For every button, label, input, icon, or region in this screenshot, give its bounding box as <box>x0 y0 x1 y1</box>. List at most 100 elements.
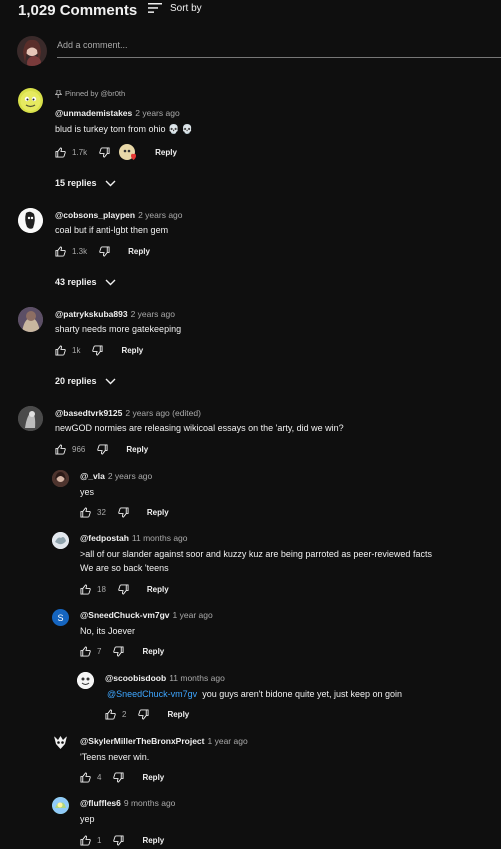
reply-time[interactable]: 9 months ago <box>124 798 176 808</box>
reply-actions: 7 Reply <box>80 645 164 657</box>
dislike-icon[interactable] <box>113 771 124 783</box>
comment-author[interactable]: @patrykskuba893 <box>55 309 128 319</box>
like-count: 7 <box>97 646 102 656</box>
reply-avatar[interactable] <box>52 532 69 549</box>
replies-count: 15 replies <box>55 178 97 188</box>
view-replies-button[interactable]: 43 replies <box>55 277 116 287</box>
dislike-icon[interactable] <box>113 834 124 846</box>
reply-time[interactable]: 11 months ago <box>132 533 188 543</box>
comment-time[interactable]: 2 years ago <box>131 309 175 319</box>
reply-button[interactable]: Reply <box>147 508 169 517</box>
comment-author[interactable]: @cobsons_playpen <box>55 210 135 220</box>
reply-button[interactable]: Reply <box>121 346 143 355</box>
reply-avatar[interactable] <box>52 470 69 487</box>
comment-actions: 1k Reply <box>55 344 143 356</box>
reply-button[interactable]: Reply <box>147 585 169 594</box>
comment-meta: @cobsons_playpen 2 years ago <box>55 210 183 220</box>
reply-button[interactable]: Reply <box>128 247 150 256</box>
like-icon[interactable] <box>55 344 66 356</box>
reply-author[interactable]: @fedpostah <box>80 533 129 543</box>
comment-time[interactable]: 2 years ago <box>135 108 179 118</box>
comment-time[interactable]: 2 years ago <box>138 210 182 220</box>
comment-avatar[interactable] <box>18 88 43 113</box>
like-icon[interactable] <box>80 583 91 595</box>
dislike-icon[interactable] <box>97 443 108 455</box>
sort-icon <box>148 2 162 14</box>
dislike-icon[interactable] <box>99 245 110 257</box>
reply-button[interactable]: Reply <box>142 836 164 845</box>
like-count: 32 <box>97 507 106 517</box>
avatar-initial: S <box>57 612 64 623</box>
dislike-icon[interactable] <box>118 583 129 595</box>
reply-time[interactable]: 2 years ago <box>108 471 152 481</box>
comment-author[interactable]: @basedtvrk9125 <box>55 408 122 418</box>
view-replies-button[interactable]: 15 replies <box>55 178 116 188</box>
reply-actions: 32 Reply <box>80 506 169 518</box>
view-replies-button[interactable]: 20 replies <box>55 376 116 386</box>
reply-button[interactable]: Reply <box>142 773 164 782</box>
comment-author[interactable]: @unmademistakes <box>55 108 132 118</box>
dislike-icon[interactable] <box>92 344 103 356</box>
reply-actions: 2 Reply <box>105 708 189 720</box>
reply-avatar[interactable]: S <box>52 609 69 626</box>
reply-time[interactable]: 11 months ago <box>169 673 225 683</box>
dislike-icon[interactable] <box>99 146 110 158</box>
like-count: 18 <box>97 584 106 594</box>
reply-button[interactable]: Reply <box>126 445 148 454</box>
comment-actions: 1.7k Reply <box>55 144 177 160</box>
reply-time[interactable]: 1 year ago <box>173 610 213 620</box>
like-icon[interactable] <box>55 245 66 257</box>
dislike-icon[interactable] <box>138 708 149 720</box>
like-count: 966 <box>72 444 86 454</box>
reply-text-line-1: >all of our slander against soor and kuz… <box>80 549 432 559</box>
reply-author[interactable]: @scoobisdoob <box>105 673 166 683</box>
reply-button[interactable]: Reply <box>155 148 177 157</box>
reply-author[interactable]: @fluffles6 <box>80 798 121 808</box>
add-comment-row: Add a comment... <box>17 36 501 66</box>
reply-meta: @scoobisdoob 11 months ago <box>105 673 225 683</box>
sort-by-button[interactable]: Sort by <box>148 2 202 14</box>
like-count: 1 <box>97 835 102 845</box>
mention-link[interactable]: @SneedChuck-vm7gv <box>107 689 197 699</box>
reply-author[interactable]: @SneedChuck-vm7gv <box>80 610 170 620</box>
comment-avatar[interactable] <box>18 406 43 431</box>
sort-by-label: Sort by <box>170 2 202 14</box>
reply-author[interactable]: @SkylerMillerTheBronxProject <box>80 736 205 746</box>
comment-meta: @patrykskuba893 2 years ago <box>55 309 175 319</box>
like-icon[interactable] <box>105 708 116 720</box>
dislike-icon[interactable] <box>113 645 124 657</box>
comment-meta: @basedtvrk9125 2 years ago (edited) <box>55 408 201 418</box>
reply-meta: @SkylerMillerTheBronxProject 1 year ago <box>80 736 248 746</box>
reply-avatar[interactable] <box>52 734 69 751</box>
reply-text: @SneedChuck-vm7gv you guys aren't bidone… <box>107 687 402 701</box>
reply-text: yes <box>80 487 95 497</box>
reply-time[interactable]: 1 year ago <box>208 736 248 746</box>
reply-text-body: you guys aren't bidone quite yet, just k… <box>202 689 403 699</box>
dislike-icon[interactable] <box>118 506 129 518</box>
like-icon[interactable] <box>55 146 66 158</box>
comment-avatar[interactable] <box>18 208 43 233</box>
reply-avatar[interactable] <box>52 797 69 814</box>
like-icon[interactable] <box>80 506 91 518</box>
comment-meta: @unmademistakes 2 years ago <box>55 108 180 118</box>
reply-avatar[interactable] <box>77 672 94 689</box>
like-icon[interactable] <box>80 771 91 783</box>
like-count: 1k <box>72 345 81 355</box>
reply-text: yep <box>80 814 95 824</box>
reply-text-line-2: We are so back 'teens <box>80 563 169 573</box>
comment-avatar[interactable] <box>18 307 43 332</box>
reply-meta: @fluffles6 9 months ago <box>80 798 175 808</box>
like-icon[interactable] <box>55 443 66 455</box>
pinned-indicator: Pinned by @br0th <box>55 89 125 98</box>
comment-time[interactable]: 2 years ago (edited) <box>125 408 201 418</box>
like-icon[interactable] <box>80 645 91 657</box>
add-comment-input[interactable]: Add a comment... <box>57 40 501 58</box>
reply-text: 'Teens never win. <box>80 752 150 762</box>
reply-author[interactable]: @_vla <box>80 471 105 481</box>
reply-button[interactable]: Reply <box>142 647 164 656</box>
like-count: 4 <box>97 772 102 782</box>
like-icon[interactable] <box>80 834 91 846</box>
replies-count: 20 replies <box>55 376 97 386</box>
replies-count: 43 replies <box>55 277 97 287</box>
reply-button[interactable]: Reply <box>167 710 189 719</box>
